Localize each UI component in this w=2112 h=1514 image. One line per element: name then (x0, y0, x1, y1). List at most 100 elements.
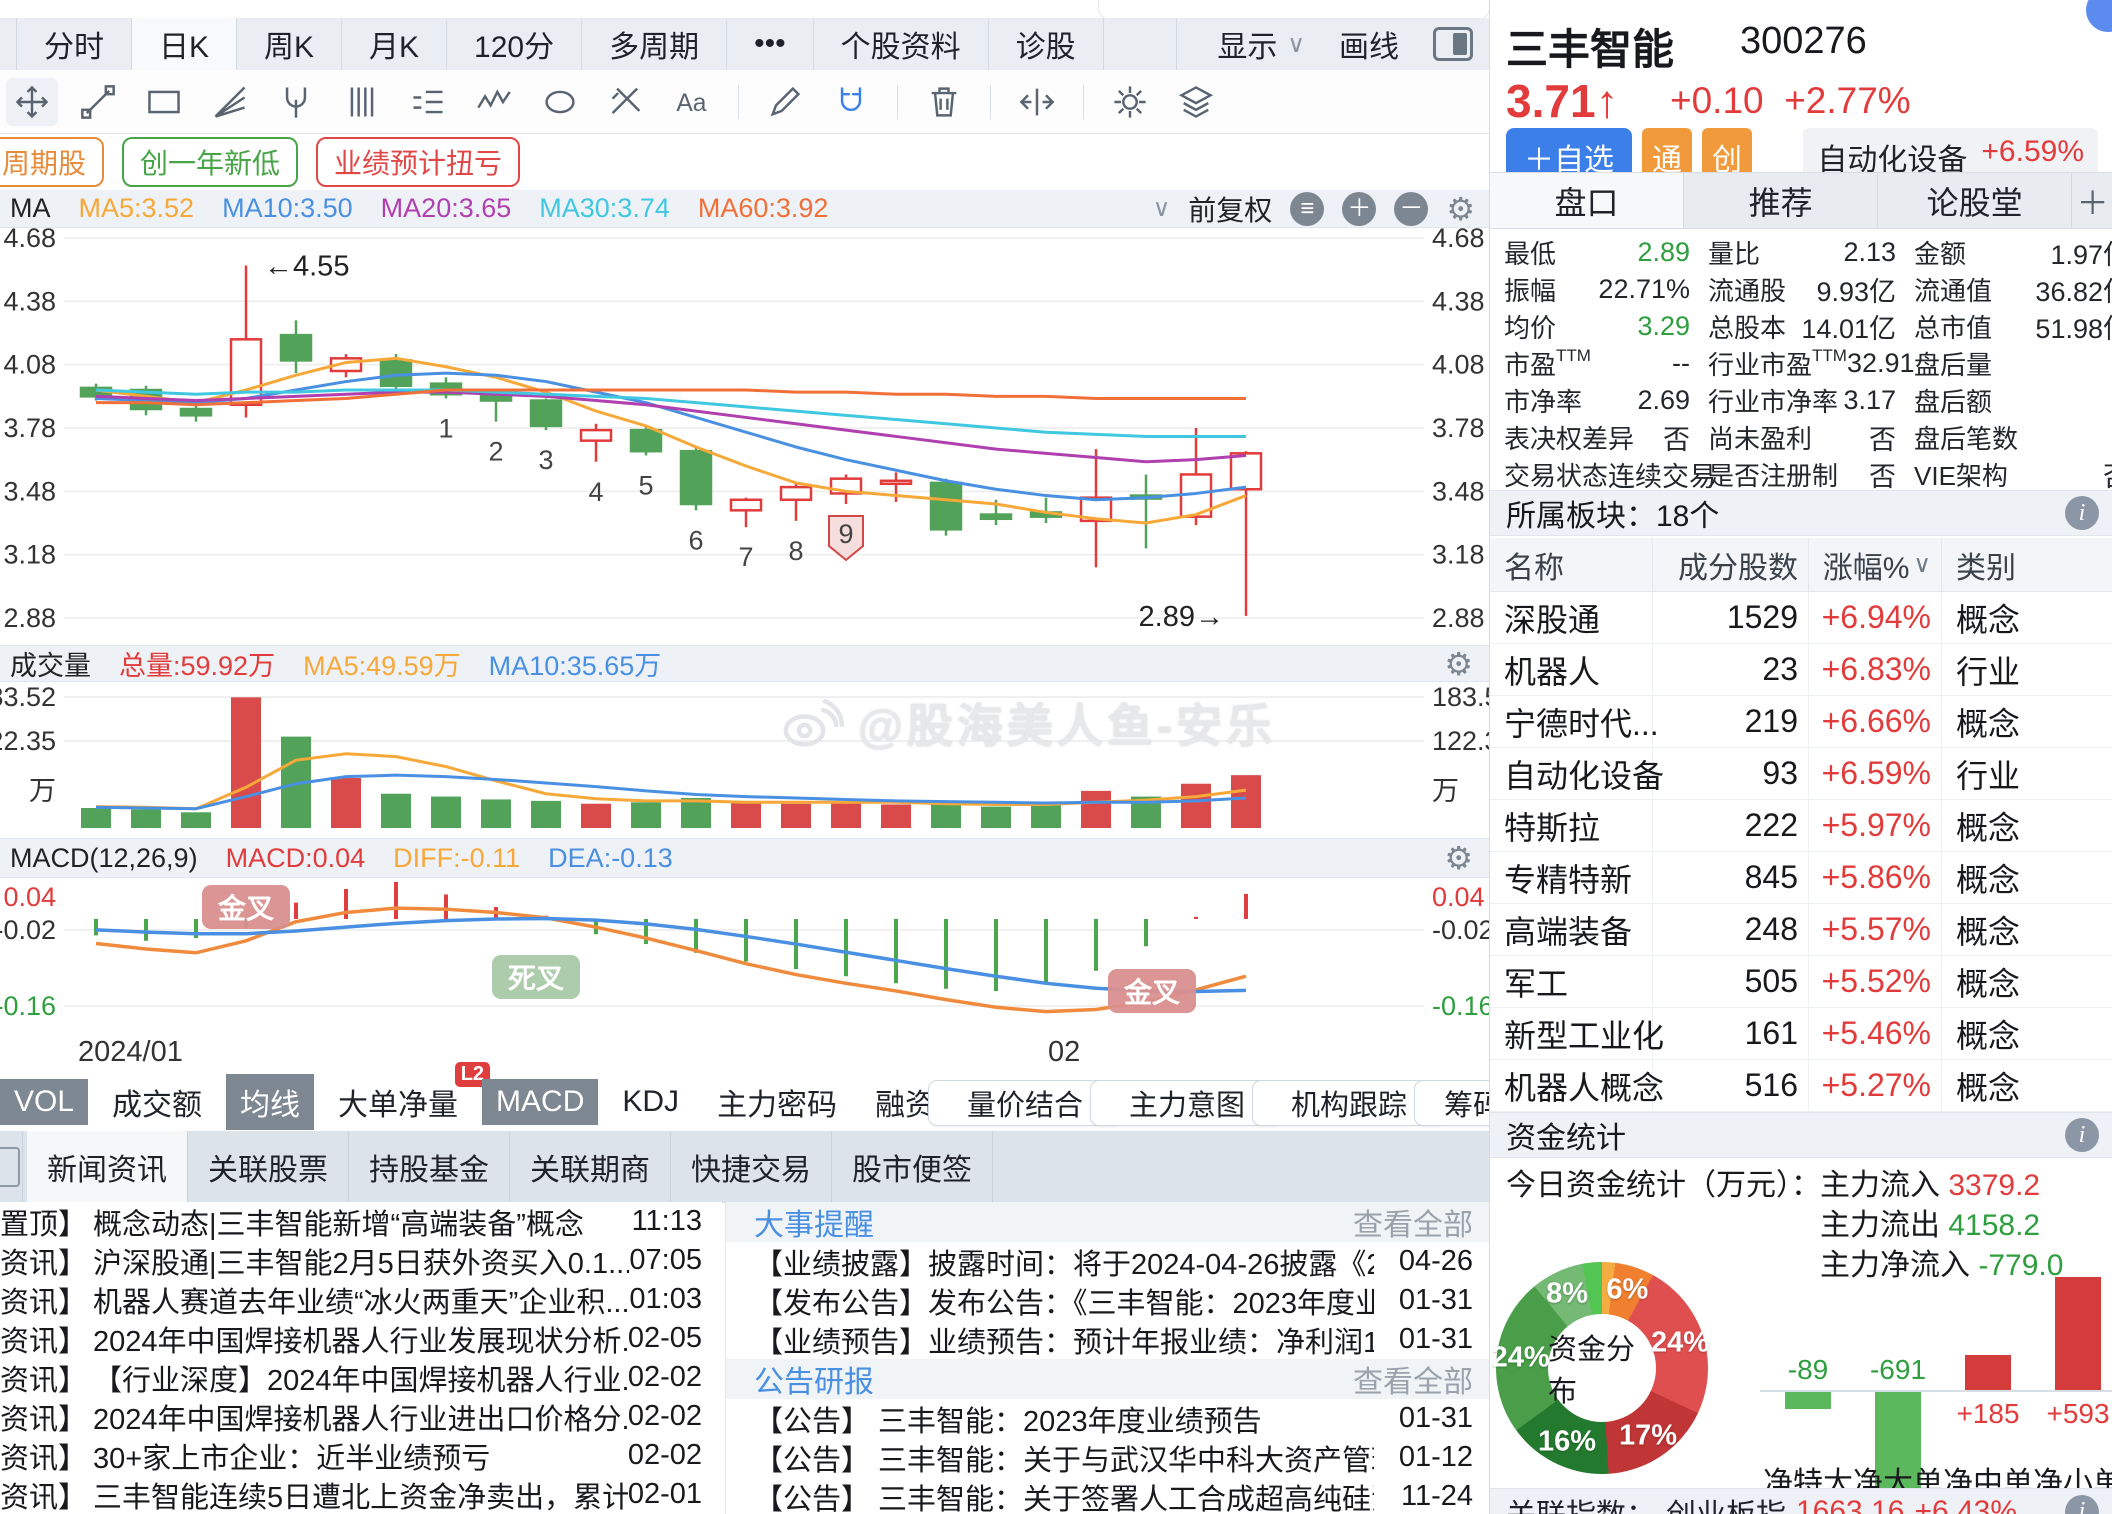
news-item[interactable]: 资讯】三丰智能连续5日遭北上资金净卖出，累计...02-01 (0, 1475, 722, 1514)
period-tab-诊股[interactable]: 诊股 (989, 18, 1104, 70)
stat-value: 3.17 (1843, 385, 1896, 416)
pen-icon[interactable] (759, 78, 811, 126)
sector-row[interactable]: 军工505+5.52%概念 (1490, 956, 2112, 1008)
search-input[interactable] (1098, 0, 1490, 20)
pitchfork-icon[interactable] (270, 78, 322, 126)
document-icon (0, 1147, 20, 1187)
news-item[interactable]: 资讯】2024年中国焊接机器人行业进出口价格分...02-02 (0, 1397, 722, 1436)
move-icon[interactable] (6, 78, 58, 126)
section-title[interactable]: 大事提醒 (754, 1200, 874, 1244)
section-title[interactable]: 公告研报 (754, 1357, 874, 1401)
panel-tab-推荐[interactable]: 推荐 (1684, 173, 1878, 228)
period-tab-日K[interactable]: 日K (132, 18, 237, 70)
indicator-tab-KDJ[interactable]: KDJ (608, 1079, 693, 1125)
crossed-lines-icon[interactable] (600, 78, 652, 126)
ellipse-icon[interactable] (534, 78, 586, 126)
sector-name: 宁德时代... (1490, 696, 1653, 747)
draw-line-button[interactable]: 画线 (1339, 22, 1399, 66)
sector-header-cell[interactable]: 涨幅%∨ (1809, 538, 1942, 591)
floating-action-button[interactable] (2086, 0, 2112, 32)
view-all-link[interactable]: 查看全部 (1353, 1200, 1473, 1244)
news-tab-股市便签[interactable]: 股市便签 (832, 1131, 993, 1202)
sector-row[interactable]: 宁德时代...219+6.66%概念 (1490, 696, 2112, 748)
macd-settings-icon[interactable]: ⚙ (1444, 839, 1489, 877)
spread-icon[interactable] (1011, 78, 1063, 126)
indicator-tab-MACD[interactable]: MACD (482, 1079, 598, 1125)
period-tab-分时[interactable]: 分时 (17, 18, 132, 70)
info-icon[interactable]: i (2065, 496, 2099, 530)
rectangle-icon[interactable] (138, 78, 190, 126)
magnet-icon[interactable] (825, 78, 877, 126)
stock-tag[interactable]: 业绩预计扭亏 (316, 137, 520, 187)
trend-line-icon[interactable] (72, 78, 124, 126)
wave-icon[interactable] (468, 78, 520, 126)
reset-zoom-button[interactable]: ≡ (1290, 192, 1324, 226)
stat-label: 市净率 (1504, 382, 1582, 419)
sector-row[interactable]: 特斯拉222+5.97%概念 (1490, 800, 2112, 852)
fan-lines-icon[interactable] (204, 78, 256, 126)
announcement-item[interactable]: 【公告】 三丰智能：关于签署人工合成超高纯硅溶...11-24 (726, 1477, 1489, 1514)
chart-settings-icon[interactable]: ⚙ (1446, 190, 1475, 228)
sector-row[interactable]: 高端装备248+5.57%概念 (1490, 904, 2112, 956)
indicator-tab-大单净量[interactable]: 大单净量L2 (324, 1074, 472, 1130)
adjust-mode-label[interactable]: 前复权 (1188, 189, 1272, 229)
sector-row[interactable]: 机器人23+6.83%行业 (1490, 644, 2112, 696)
stat-value: 1.97亿 (2050, 233, 2112, 272)
settings-icon[interactable] (1104, 78, 1156, 126)
sector-row[interactable]: 自动化设备93+6.59%行业 (1490, 748, 2112, 800)
news-tab-关联股票[interactable]: 关联股票 (188, 1131, 349, 1202)
layers-icon[interactable] (1170, 78, 1222, 126)
gann-icon[interactable] (402, 78, 454, 126)
news-item[interactable]: 资讯】机器人赛道去年业绩“冰火两重天”企业积...01:03 (0, 1280, 722, 1319)
sidebar-toggle-icon[interactable] (1433, 27, 1473, 61)
news-item[interactable]: 资讯】30+家上市企业：近半业绩预亏02-02 (0, 1436, 722, 1475)
announcement-item[interactable]: 【公告】 三丰智能：关于与武汉华中科大资产管理...01-12 (726, 1438, 1489, 1477)
period-tab-个股资料[interactable]: 个股资料 (814, 18, 989, 70)
candlestick-chart-canvas[interactable]: 4.684.684.384.384.084.083.783.783.483.48… (0, 228, 1489, 1030)
macd-value: MACD:0.04 (226, 843, 366, 874)
sector-row[interactable]: 深股通1529+6.94%概念 (1490, 592, 2112, 644)
sector-row[interactable]: 机器人概念516+5.27%概念 (1490, 1060, 2112, 1112)
panel-tab-盘口[interactable]: 盘口 (1490, 173, 1684, 228)
period-tab-月K[interactable]: 月K (342, 18, 447, 70)
display-menu[interactable]: 显示 ∨ (1217, 22, 1305, 66)
news-tab-新闻资讯[interactable]: 新闻资讯 (27, 1131, 188, 1202)
info-icon[interactable]: i (2065, 1118, 2099, 1152)
announcement-item[interactable]: 【业绩披露】披露时间：将于2024-04-26披露《20...04-26 (726, 1242, 1489, 1281)
period-tab-周K[interactable]: 周K (237, 18, 342, 70)
parallel-lines-icon[interactable] (336, 78, 388, 126)
announcement-item[interactable]: 【发布公告】发布公告：《三丰智能：2023年度业...01-31 (726, 1281, 1489, 1320)
news-tab-持股基金[interactable]: 持股基金 (349, 1131, 510, 1202)
announcement-item[interactable]: 【业绩预告】业绩预告：预计年报业绩：净利润186...01-31 (726, 1320, 1489, 1359)
news-tab-快捷交易[interactable]: 快捷交易 (671, 1131, 832, 1202)
sector-row[interactable]: 专精特新845+5.86%概念 (1490, 852, 2112, 904)
news-tab-关联期商[interactable]: 关联期商 (510, 1131, 671, 1202)
news-item[interactable]: 置顶】概念动态|三丰智能新增“高端装备”概念11:13 (0, 1202, 722, 1241)
toolbar-separator (1083, 85, 1084, 119)
indicator-tab-VOL[interactable]: VOL (0, 1079, 88, 1125)
info-icon[interactable]: i (2065, 1495, 2099, 1514)
announcement-item[interactable]: 【公告】 三丰智能：2023年度业绩预告01-31 (726, 1399, 1489, 1438)
stock-tag[interactable]: 周期股 (0, 137, 104, 187)
zoom-out-button[interactable]: － (1394, 192, 1428, 226)
view-all-link[interactable]: 查看全部 (1353, 1357, 1473, 1401)
sector-row[interactable]: 新型工业化161+5.46%概念 (1490, 1008, 2112, 1060)
panel-tab-论股堂[interactable]: 论股堂 (1878, 173, 2072, 228)
stat-value: 否 (2103, 455, 2112, 494)
stat-value: 否 (1663, 418, 1690, 457)
zoom-in-button[interactable]: ＋ (1342, 192, 1376, 226)
period-tab-•••[interactable]: ••• (727, 18, 814, 70)
text-icon[interactable]: Aa (666, 78, 718, 126)
news-item[interactable]: 资讯】沪深股通|三丰智能2月5日获外资买入0.1...07:05 (0, 1241, 722, 1280)
period-tab-多周期[interactable]: 多周期 (582, 18, 727, 70)
indicator-tab-主力密码[interactable]: 主力密码 (703, 1074, 851, 1130)
stock-tag[interactable]: 创一年新低 (122, 137, 298, 187)
news-item[interactable]: 资讯】2024年中国焊接机器人行业发展现状分析...02-05 (0, 1319, 722, 1358)
period-tab-120分[interactable]: 120分 (447, 18, 582, 70)
news-item[interactable]: 资讯】【行业深度】2024年中国焊接机器人行业...02-02 (0, 1358, 722, 1397)
trash-icon[interactable] (918, 78, 970, 126)
panel-tab-＋[interactable]: ＋ (2072, 173, 2112, 228)
indicator-tab-均线[interactable]: 均线 (226, 1074, 314, 1130)
indicator-tab-成交额[interactable]: 成交额 (98, 1074, 216, 1130)
volume-settings-icon[interactable]: ⚙ (1444, 645, 1489, 683)
